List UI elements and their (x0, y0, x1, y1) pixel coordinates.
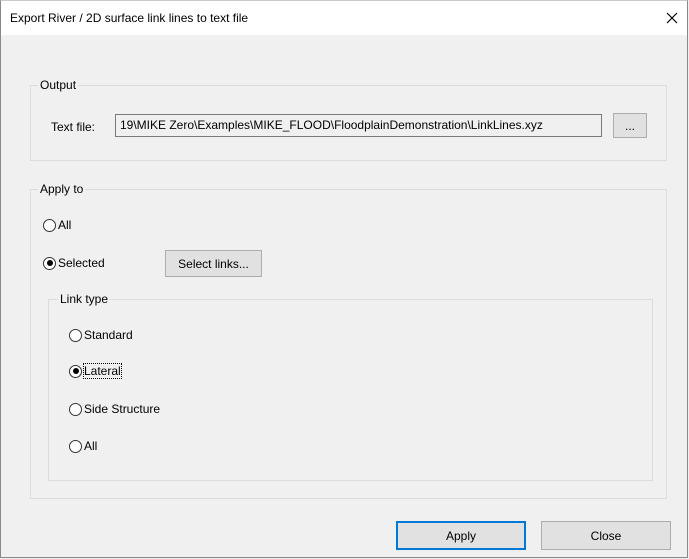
link-lateral-label: Lateral (83, 363, 122, 379)
link-side-structure-radio[interactable]: Side Structure (69, 402, 160, 416)
radio-circle (69, 439, 82, 453)
apply-all-label: All (58, 218, 72, 232)
apply-selected-radio[interactable]: Selected (43, 256, 105, 270)
close-icon[interactable] (657, 1, 687, 35)
radio-circle (43, 218, 56, 232)
radio-circle (69, 328, 82, 342)
text-file-input[interactable]: 19\MIKE Zero\Examples\MIKE_FLOOD\Floodpl… (115, 114, 602, 137)
link-all-radio[interactable]: All (69, 439, 97, 453)
select-links-button[interactable]: Select links... (165, 250, 262, 277)
link-standard-radio[interactable]: Standard (69, 328, 133, 342)
radio-circle-checked (69, 364, 82, 378)
link-type-legend: Link type (58, 292, 111, 306)
link-all-label: All (84, 439, 98, 453)
apply-to-legend: Apply to (38, 182, 86, 196)
output-legend: Output (38, 78, 79, 92)
text-file-label: Text file: (51, 120, 96, 134)
link-standard-label: Standard (84, 328, 133, 342)
link-side-structure-label: Side Structure (84, 402, 161, 416)
title-bar: Export River / 2D surface link lines to … (1, 1, 687, 35)
output-group: Output Text file: 19\MIKE Zero\Examples\… (30, 78, 667, 161)
apply-all-radio[interactable]: All (43, 218, 71, 232)
link-type-group: Link type Standard Lateral Side Structur… (48, 292, 653, 481)
radio-circle (69, 402, 82, 416)
apply-button[interactable]: Apply (396, 521, 526, 550)
apply-selected-label: Selected (58, 256, 105, 270)
browse-button[interactable]: ... (613, 113, 647, 138)
export-dialog: Export River / 2D surface link lines to … (0, 0, 688, 558)
dialog-title: Export River / 2D surface link lines to … (10, 11, 249, 25)
apply-to-group: Apply to All Selected Select links... Li… (30, 182, 667, 499)
close-button[interactable]: Close (541, 521, 671, 550)
radio-circle-checked (43, 256, 56, 270)
link-lateral-radio[interactable]: Lateral (69, 363, 122, 379)
